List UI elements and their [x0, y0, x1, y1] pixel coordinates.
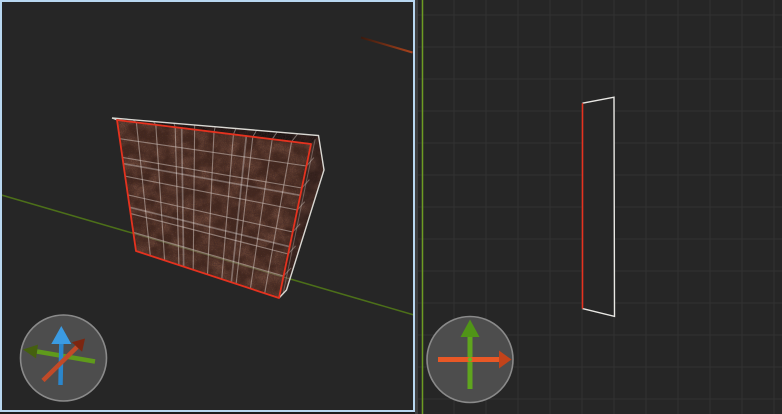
- viewport-orthographic[interactable]: [418, 0, 782, 414]
- wall-object-ortho[interactable]: [583, 97, 615, 316]
- perspective-scene-canvas: [2, 2, 413, 410]
- orthographic-scene-canvas: [418, 0, 782, 414]
- axis-gizmo-ortho[interactable]: [427, 317, 513, 403]
- viewport-perspective[interactable]: [0, 0, 415, 412]
- axis-gizmo-perspective[interactable]: [21, 315, 107, 401]
- editor-window: [0, 0, 782, 414]
